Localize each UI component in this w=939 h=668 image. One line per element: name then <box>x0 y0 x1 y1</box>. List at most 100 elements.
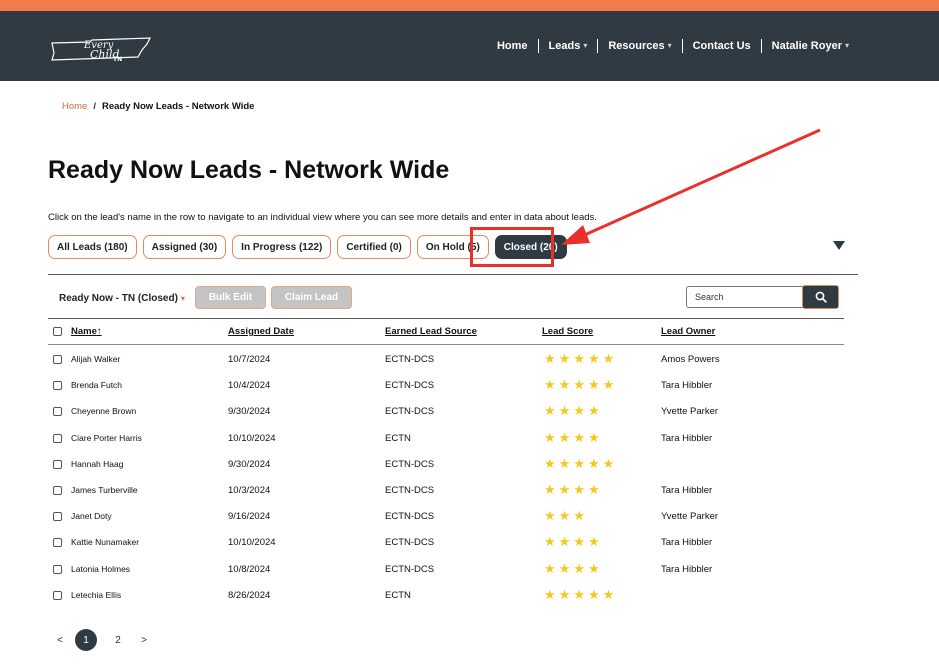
star-icon: ★ <box>544 351 556 366</box>
lead-owner: Tara Hibbler <box>661 485 713 496</box>
lead-name-link[interactable]: Latonia Holmes <box>71 564 130 574</box>
nav-resources[interactable]: Resources ▾ <box>597 39 681 53</box>
column-header-assigned-date[interactable]: Assigned Date <box>228 326 294 337</box>
row-checkbox[interactable] <box>53 512 62 522</box>
tab-all-leads[interactable]: All Leads (180) <box>48 235 137 259</box>
nav-leads[interactable]: Leads ▾ <box>537 39 598 53</box>
bulk-edit-button[interactable]: Bulk Edit <box>195 286 266 309</box>
accent-stripe <box>0 0 939 11</box>
star-icon: ★ <box>587 482 600 497</box>
filter-icon[interactable] <box>833 241 845 250</box>
main-nav: Home Leads ▾ Resources ▾ Contact Us Natali… <box>487 39 859 53</box>
table-row[interactable]: Brenda Futch 10/4/2024 ECTN-DCS ★ ★ ★ ★ ★ Tara H… <box>48 377 844 406</box>
star-icon: ★ <box>558 482 571 497</box>
lead-owner: Amos Powers <box>661 354 720 365</box>
star-icon: ★ <box>544 482 556 497</box>
table-row[interactable]: James Turberville 10/3/2024 ECTN-DCS ★ ★ ★ ★ Ta… <box>48 482 844 511</box>
star-icon: ★ <box>544 508 556 524</box>
star-icon: ★ <box>558 586 571 602</box>
column-header-lead-source[interactable]: Earned Lead Source <box>385 326 477 337</box>
lead-name-link[interactable]: Hannah Haag <box>71 459 123 469</box>
star-icon: ★ <box>544 560 556 576</box>
lead-name-link[interactable]: Brenda Futch <box>71 380 122 390</box>
lead-score-stars: ★ ★ ★ ★ <box>544 535 600 548</box>
table-row[interactable]: Cheyenne Brown 9/30/2024 ECTN-DCS ★ ★ ★ ★ Yvett… <box>48 403 844 432</box>
star-icon: ★ <box>587 534 600 550</box>
nav-home[interactable]: Home <box>487 39 538 53</box>
column-header-name[interactable]: Name↑ <box>71 326 102 337</box>
star-icon: ★ <box>544 534 556 550</box>
list-view-selector[interactable]: Ready Now - TN (Closed) ▾ <box>59 293 185 304</box>
star-icon: ★ <box>573 377 585 393</box>
table-row[interactable]: Letechia Ellis 8/26/2024 ECTN ★ ★ ★ ★ ★ <box>48 586 844 616</box>
row-checkbox[interactable] <box>53 459 62 469</box>
table-row[interactable]: Kattie Nunamaker 10/10/2024 ECTN-DCS ★ ★ ★ ★ Ta… <box>48 535 844 563</box>
row-checkbox[interactable] <box>53 381 62 391</box>
table-row[interactable]: Hannah Haag 9/30/2024 ECTN-DCS ★ ★ ★ ★ ★ <box>48 457 844 485</box>
page-title: Ready Now Leads - Network Wide <box>48 156 450 184</box>
column-header-lead-score[interactable]: Lead Score <box>542 326 593 337</box>
table-header: Name↑ Assigned Date Earned Lead Source L… <box>48 326 844 340</box>
lead-score-stars: ★ ★ ★ <box>544 509 585 522</box>
star-icon: ★ <box>573 351 585 366</box>
lead-name-link[interactable]: Ciare Porter Harris <box>71 433 142 443</box>
star-icon: ★ <box>544 377 556 393</box>
breadcrumb-home-link[interactable]: Home <box>62 101 87 112</box>
tab-assigned[interactable]: Assigned (30) <box>142 235 227 259</box>
star-icon: ★ <box>558 508 571 524</box>
star-icon: ★ <box>558 403 571 419</box>
nav-user-menu[interactable]: Natalie Royer ▾ <box>760 39 859 53</box>
star-icon: ★ <box>544 586 556 602</box>
row-checkbox[interactable] <box>53 407 62 417</box>
tab-certified[interactable]: Certified (0) <box>337 235 411 259</box>
svg-text:TN: TN <box>113 56 122 63</box>
table-row[interactable]: Alijah Walker 10/7/2024 ECTN-DCS ★ ★ ★ ★ ★ Amos … <box>48 352 844 380</box>
claim-lead-button[interactable]: Claim Lead <box>271 286 352 309</box>
lead-source: ECTN-DCS <box>385 537 435 549</box>
lead-source: ECTN <box>385 432 411 444</box>
star-icon: ★ <box>587 455 600 471</box>
assigned-date: 8/26/2024 <box>228 589 271 601</box>
tab-in-progress[interactable]: In Progress (122) <box>232 235 332 259</box>
row-checkbox[interactable] <box>53 355 62 364</box>
search-button[interactable] <box>802 285 839 309</box>
lead-name-link[interactable]: Alijah Walker <box>71 354 120 364</box>
assigned-date: 10/10/2024 <box>228 432 276 444</box>
pagination-next[interactable]: > <box>139 635 149 646</box>
lead-score-stars: ★ ★ ★ ★ <box>544 431 600 444</box>
assigned-date: 10/4/2024 <box>228 380 271 392</box>
pagination-prev[interactable]: < <box>55 635 65 646</box>
pagination-page-2[interactable]: 2 <box>107 629 129 651</box>
lead-name-link[interactable]: Janet Doty <box>71 511 112 521</box>
lead-name-link[interactable]: Letechia Ellis <box>71 590 121 600</box>
table-row[interactable]: Latonia Holmes 10/8/2024 ECTN-DCS ★ ★ ★ ★ Tara … <box>48 560 844 590</box>
star-icon: ★ <box>587 403 600 419</box>
pagination-page-1[interactable]: 1 <box>75 629 97 651</box>
lead-name-link[interactable]: Cheyenne Brown <box>71 406 136 416</box>
every-child-tn-logo[interactable]: Every Child TN <box>50 29 154 67</box>
lead-score-stars: ★ ★ ★ ★ ★ <box>544 457 614 470</box>
lead-source: ECTN-DCS <box>385 563 435 575</box>
assigned-date: 10/3/2024 <box>228 485 271 496</box>
row-checkbox[interactable] <box>53 538 62 548</box>
chevron-down-icon: ▾ <box>583 41 588 50</box>
row-checkbox[interactable] <box>53 590 62 600</box>
table-row[interactable]: Janet Doty 9/16/2024 ECTN-DCS ★ ★ ★ Yvette Par… <box>48 509 844 537</box>
lead-name-link[interactable]: Kattie Nunamaker <box>71 537 139 547</box>
nav-contact-us[interactable]: Contact Us <box>681 39 761 53</box>
lead-name-link[interactable]: James Turberville <box>71 485 138 495</box>
pagination: < 1 2 > <box>55 629 149 651</box>
table-row[interactable]: Ciare Porter Harris 10/10/2024 ECTN ★ ★ ★ ★ Tar… <box>48 431 844 459</box>
select-all-checkbox[interactable] <box>53 327 62 336</box>
row-checkbox[interactable] <box>53 564 62 574</box>
row-checkbox[interactable] <box>53 433 62 443</box>
lead-source: ECTN-DCS <box>385 511 435 523</box>
lead-score-stars: ★ ★ ★ ★ ★ <box>544 352 614 365</box>
search-input[interactable]: Search <box>686 286 804 308</box>
star-icon: ★ <box>573 508 585 524</box>
star-icon: ★ <box>587 429 600 445</box>
row-checkbox[interactable] <box>53 486 62 495</box>
assigned-date: 9/16/2024 <box>228 511 271 523</box>
column-header-lead-owner[interactable]: Lead Owner <box>661 326 715 337</box>
star-icon: ★ <box>558 351 571 366</box>
